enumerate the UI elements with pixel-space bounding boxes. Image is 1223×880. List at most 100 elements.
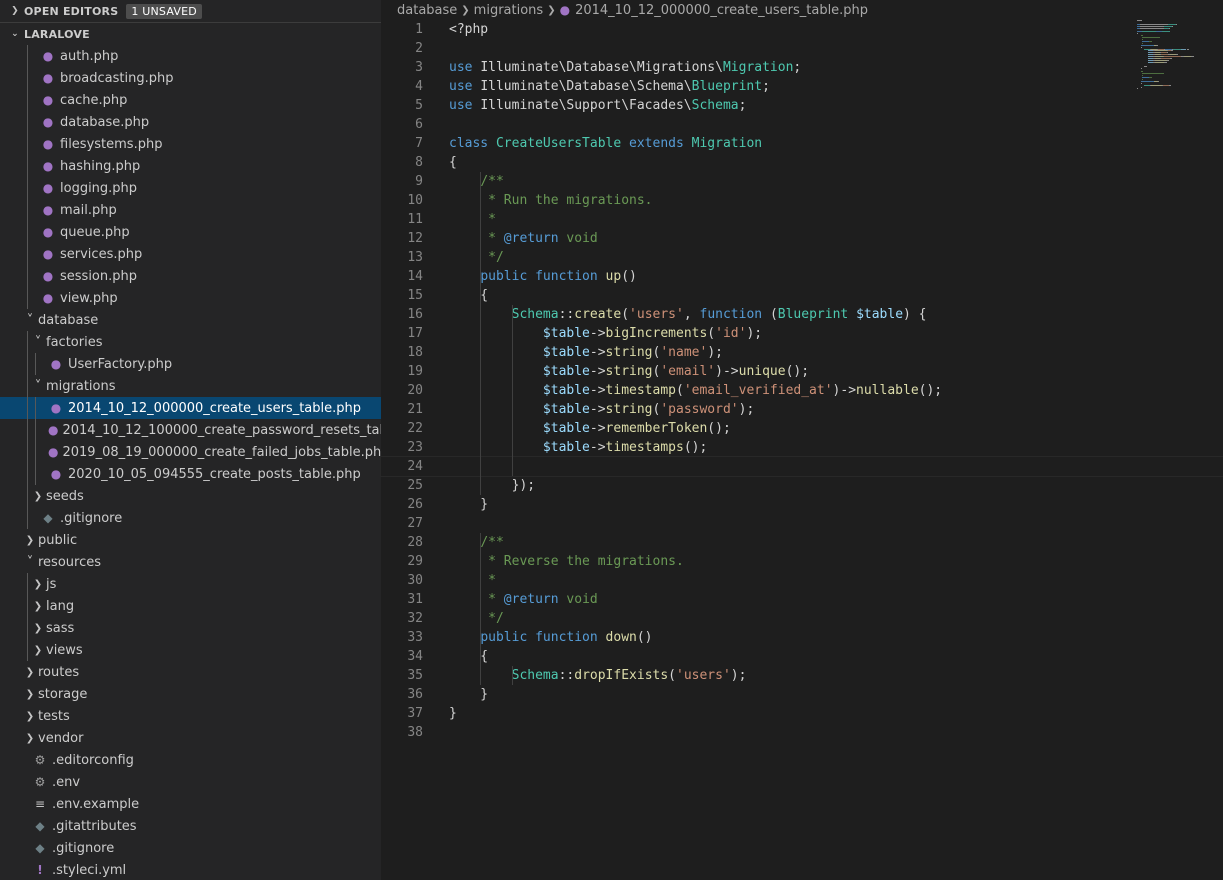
tree-folder[interactable]: ❯ tests [0,705,381,727]
code-line[interactable]: 21 $table->string('password'); [381,400,1223,419]
code-line[interactable]: 16 Schema::create('users', function (Blu… [381,305,1223,324]
tree-file[interactable]: ● hashing.php [0,155,381,177]
tree-folder[interactable]: ❯ storage [0,683,381,705]
code-line[interactable]: 35 Schema::dropIfExists('users'); [381,666,1223,685]
code-line[interactable]: 38 [381,723,1223,742]
code-line[interactable]: 25 }); [381,476,1223,495]
code-line[interactable]: 18 $table->string('name'); [381,343,1223,362]
code-line[interactable]: 15 { [381,286,1223,305]
tree-file[interactable]: ⚙ .editorconfig [0,749,381,771]
tree-folder[interactable]: ˅ resources [0,551,381,573]
tree-file[interactable]: ● view.php [0,287,381,309]
code-token: * [480,592,504,607]
tree-file[interactable]: ● mail.php [0,199,381,221]
code-line[interactable]: 31 * @return void [381,590,1223,609]
code-line[interactable]: 13 */ [381,248,1223,267]
tree-item-label: .env.example [52,796,140,812]
indent-guide [35,353,36,375]
tree-file[interactable]: ● broadcasting.php [0,67,381,89]
tree-folder[interactable]: ❯ seeds [0,485,381,507]
tree-file[interactable]: ● 2020_10_05_094555_create_posts_table.ph… [0,463,381,485]
code-line[interactable]: 29 * Reverse the migrations. [381,552,1223,571]
tree-file[interactable]: ! .styleci.yml [0,859,381,880]
tree-file[interactable]: ● logging.php [0,177,381,199]
line-number: 20 [407,383,423,398]
line-number: 34 [407,649,423,664]
code-line[interactable]: 27 [381,514,1223,533]
tree-file[interactable]: ● auth.php [0,45,381,67]
code-line[interactable]: 17 $table->bigIncrements('id'); [381,324,1223,343]
minimap-mark [1144,65,1147,67]
code-line[interactable]: 28 /** [381,533,1223,552]
chevron-right-icon: ❯ [25,732,35,744]
tree-folder[interactable]: ❯ vendor [0,727,381,749]
tree-folder[interactable]: ˅ factories [0,331,381,353]
breadcrumb-item[interactable]: 2014_10_12_000000_create_users_table.php [575,3,868,18]
code-editor[interactable]: 1 <?php 2 3 use Illuminate\Database\Migratio… [380,20,1223,742]
code-line[interactable]: 19 $table->string('email')->unique(); [381,362,1223,381]
tree-folder[interactable]: ❯ views [0,639,381,661]
tree-folder[interactable]: ❯ lang [0,595,381,617]
code-line[interactable]: 1 <?php [381,20,1223,39]
tree-file[interactable]: ● filesystems.php [0,133,381,155]
tree-file[interactable]: ● UserFactory.php [0,353,381,375]
code-line[interactable]: 11 * [381,210,1223,229]
tree-file[interactable]: ● 2014_10_12_100000_create_password_reset… [0,419,381,441]
code-token: * [480,231,504,246]
code-token: :: [558,307,575,322]
tree-file[interactable]: ◆ .gitignore [0,837,381,859]
tree-folder[interactable]: ❯ js [0,573,381,595]
indent-guide [35,419,36,441]
tree-file[interactable]: ● queue.php [0,221,381,243]
tree-folder[interactable]: ❯ routes [0,661,381,683]
tree-file[interactable]: ◆ .gitattributes [0,815,381,837]
minimap[interactable] [1133,20,1223,90]
code-line[interactable]: 14 public function up() [381,267,1223,286]
tree-file[interactable]: ● session.php [0,265,381,287]
tree-file[interactable]: ● cache.php [0,89,381,111]
code-token: Schema [511,307,559,322]
code-line[interactable]: 8{ [381,153,1223,172]
project-header[interactable]: ⌄ LARALOVE [0,23,381,45]
code-line[interactable]: 7 class CreateUsersTable extends Migratio… [381,134,1223,153]
tree-file[interactable]: ● services.php [0,243,381,265]
code-line[interactable]: 20 $table->timestamp('email_verified_at'… [381,381,1223,400]
code-line[interactable]: 3 use Illuminate\Database\Migrations\Migr… [381,58,1223,77]
tree-file[interactable]: ● database.php [0,111,381,133]
chevron-right-icon: ❯ [33,490,43,502]
code-line[interactable]: 32 */ [381,609,1223,628]
code-line[interactable]: 37} [381,704,1223,723]
code-line[interactable]: 33 public function down() [381,628,1223,647]
code-line[interactable]: 34 { [381,647,1223,666]
code-line[interactable]: 12 * @return void [381,229,1223,248]
tree-file[interactable]: ◆ .gitignore [0,507,381,529]
tree-folder[interactable]: ˅ migrations [0,375,381,397]
tree-file[interactable]: ● 2014_10_12_000000_create_users_table.ph… [0,397,381,419]
code-line[interactable]: 4 use Illuminate\Database\Schema\Blueprin… [381,77,1223,96]
code-line[interactable]: 6 [381,115,1223,134]
breadcrumb-item[interactable]: database [397,3,457,18]
open-editors-header[interactable]: ❯ OPEN EDITORS 1 UNSAVED [0,0,381,22]
indent-guide [27,441,28,463]
indent-guide [480,533,482,685]
code-line[interactable]: 26 } [381,495,1223,514]
breadcrumb-item[interactable]: migrations [474,3,544,18]
tree-file[interactable]: ● 2019_08_19_000000_create_failed_jobs_ta… [0,441,381,463]
code-line[interactable]: 24 [380,456,1223,477]
code-token: ); [730,668,747,683]
tree-file[interactable]: ≡ .env.example [0,793,381,815]
code-line[interactable]: 9 /** [381,172,1223,191]
tree-file[interactable]: ⚙ .env [0,771,381,793]
code-token: unique [738,364,786,379]
code-line[interactable]: 2 [381,39,1223,58]
tree-folder[interactable]: ˅ database [0,309,381,331]
code-line[interactable]: 30 * [381,571,1223,590]
code-line[interactable]: 23 $table->timestamps(); [381,438,1223,457]
tree-folder[interactable]: ❯ sass [0,617,381,639]
code-line[interactable]: 22 $table->rememberToken(); [381,419,1223,438]
tree-folder[interactable]: ❯ public [0,529,381,551]
code-line[interactable]: 5 use Illuminate\Support\Facades\Schema; [381,96,1223,115]
code-line[interactable]: 10 * Run the migrations. [381,191,1223,210]
code-line[interactable]: 36 } [381,685,1223,704]
